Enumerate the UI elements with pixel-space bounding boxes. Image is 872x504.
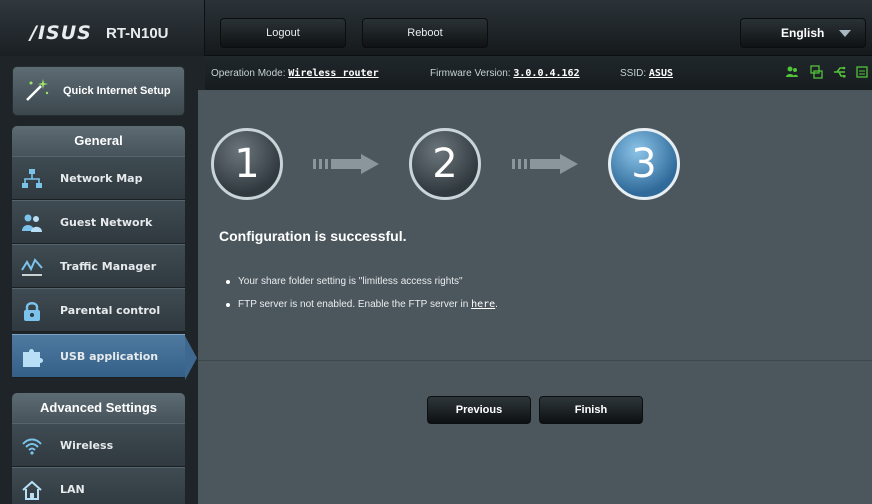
sidebar-item-label: Guest Network (60, 215, 153, 229)
sidebar-item-network-map[interactable]: Network Map (12, 156, 185, 200)
ssid-label: SSID: (620, 68, 647, 79)
language-value: English (781, 26, 825, 40)
usb-icon[interactable] (833, 65, 847, 79)
step-2-circle: 2 (409, 128, 481, 200)
printer-icon[interactable] (855, 65, 869, 79)
step-1-circle: 1 (211, 128, 283, 200)
sidebar-item-label: Wireless (60, 438, 114, 452)
advanced-settings-header: Advanced Settings (12, 393, 185, 423)
previous-button[interactable]: Previous (427, 396, 531, 424)
sidebar: Quick Internet Setup General Network Map… (0, 56, 205, 504)
bullet-suffix: . (495, 299, 498, 310)
sidebar-item-usb-application[interactable]: USB application (12, 334, 185, 378)
firmware-version: Firmware Version: 3.0.0.4.162 (430, 68, 580, 79)
sidebar-item-parental-control[interactable]: Parental control (12, 288, 185, 332)
list-item: FTP server is not enabled. Enable the FT… (226, 299, 498, 310)
bullet-text: FTP server is not enabled. Enable the FT… (238, 299, 472, 310)
status-bar: Operation Mode: Wireless router Firmware… (205, 56, 872, 90)
traffic-manager-icon (21, 258, 43, 276)
guest-network-icon (22, 214, 42, 232)
list-item: Your share folder setting is "limitless … (226, 276, 463, 287)
sidebar-item-wireless[interactable]: Wireless (12, 423, 185, 467)
clients-icon[interactable] (785, 65, 799, 79)
network-map-icon (22, 169, 42, 188)
operation-mode-link[interactable]: Wireless router (288, 68, 378, 79)
ssid-link[interactable]: ASUS (649, 68, 673, 79)
sidebar-item-label: Traffic Manager (60, 259, 157, 273)
finish-button[interactable]: Finish (539, 396, 643, 424)
sidebar-item-label: LAN (60, 482, 85, 496)
operation-mode: Operation Mode: Wireless router (211, 68, 379, 79)
ssid: SSID: ASUS (620, 68, 673, 79)
asus-logo: /ISUS (30, 22, 92, 44)
step-arrow-icon (313, 154, 379, 174)
wifi-icon (22, 438, 42, 455)
reboot-button[interactable]: Reboot (362, 18, 488, 48)
sidebar-item-label: Network Map (60, 171, 143, 185)
step-arrow-icon (512, 154, 578, 174)
language-select[interactable]: English (740, 18, 866, 48)
logout-button[interactable]: Logout (220, 18, 346, 48)
usb-storage-icon[interactable] (809, 65, 823, 79)
sidebar-item-label: USB application (60, 349, 159, 363)
home-icon (22, 480, 42, 500)
divider (198, 360, 872, 361)
chevron-down-icon (839, 30, 851, 37)
quick-internet-setup-label: Quick Internet Setup (63, 85, 171, 97)
step-3-circle: 3 (608, 128, 680, 200)
bullet-text: Your share folder setting is "limitless … (238, 276, 463, 287)
ftp-here-link[interactable]: here (471, 299, 495, 310)
logo-area: /ISUS RT-N10U (0, 0, 205, 56)
quick-internet-setup-button[interactable]: Quick Internet Setup (12, 66, 185, 116)
firmware-label: Firmware Version: (430, 68, 511, 79)
puzzle-icon (23, 349, 43, 367)
general-section-header: General (12, 126, 185, 156)
magic-wand-icon (26, 79, 49, 101)
model-name: RT-N10U (106, 25, 169, 42)
configuration-title: Configuration is successful. (219, 228, 407, 244)
firmware-link[interactable]: 3.0.0.4.162 (513, 68, 579, 79)
sidebar-item-lan[interactable]: LAN (12, 467, 185, 504)
sidebar-item-label: Parental control (60, 303, 161, 317)
sidebar-item-traffic-manager[interactable]: Traffic Manager (12, 244, 185, 288)
lock-icon (24, 302, 40, 321)
active-item-pointer (185, 336, 197, 380)
operation-mode-label: Operation Mode: (211, 68, 286, 79)
main-panel: 1 2 3 Configuration is successful. Your … (198, 90, 872, 504)
sidebar-item-guest-network[interactable]: Guest Network (12, 200, 185, 244)
top-bar: /ISUS RT-N10U Logout Reboot English (0, 0, 872, 56)
